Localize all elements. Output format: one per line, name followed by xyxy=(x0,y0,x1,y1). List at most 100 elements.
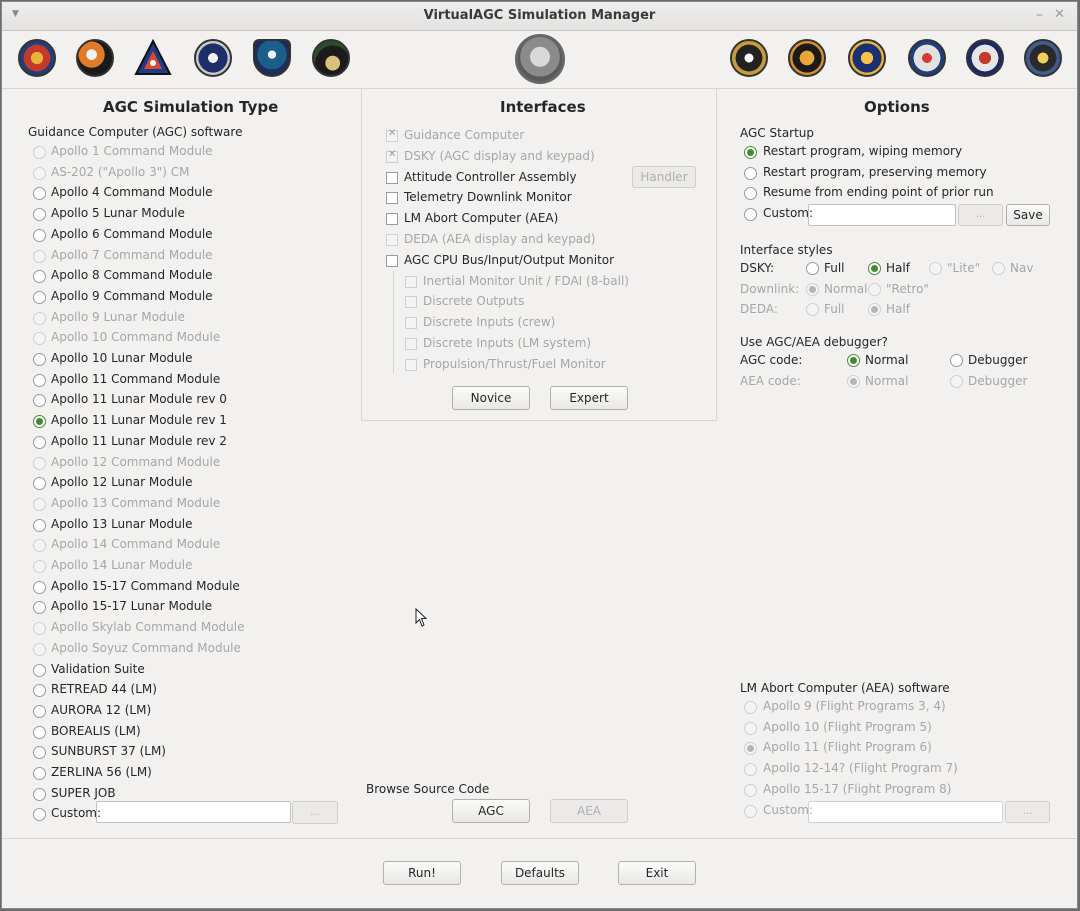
propulsion-thrust-fuel-monitor-checkbox[interactable] xyxy=(405,358,417,371)
dsky-lite-label: "Lite" xyxy=(947,261,981,275)
agc-code-debugger-radio[interactable] xyxy=(950,354,963,367)
agc-apollo-15-17-lunar-module-radio[interactable] xyxy=(33,601,46,615)
dsky-agc-display-and-keypad-checkbox[interactable] xyxy=(386,149,398,163)
aea-custom-radio[interactable] xyxy=(744,804,757,818)
discrete-inputs-lm-system-checkbox[interactable] xyxy=(405,338,417,350)
apollo-8-patch-icon xyxy=(76,39,114,77)
agc-retread-44-lm-radio[interactable] xyxy=(33,684,46,698)
minimize-icon[interactable]: – xyxy=(1036,7,1043,23)
aea-custom-browse-button[interactable]: ... xyxy=(1005,801,1050,823)
agc-software-group-label: Guidance Computer (AGC) software xyxy=(28,125,243,139)
agc-apollo-9-command-module-radio[interactable] xyxy=(33,290,46,304)
aea-apollo-11-flight-program-6-radio[interactable] xyxy=(744,742,757,756)
agc-apollo-1-command-module-radio[interactable] xyxy=(33,146,46,159)
aea-code-normal-radio[interactable] xyxy=(847,375,860,388)
deda-full-radio[interactable] xyxy=(806,303,819,316)
startup-custom-input[interactable] xyxy=(808,204,956,226)
debugger-label: Use AGC/AEA debugger? xyxy=(740,335,888,349)
startup-restart-program-preserving-memory-radio[interactable] xyxy=(744,166,757,180)
agc-apollo-4-command-module-radio[interactable] xyxy=(33,187,46,201)
aea-apollo-10-flight-program-5-radio[interactable] xyxy=(744,721,757,735)
startup-resume-from-ending-point-of-prior-run-radio[interactable] xyxy=(744,187,757,201)
save-button[interactable]: Save xyxy=(1006,204,1050,226)
agc-borealis-lm-radio[interactable] xyxy=(33,725,46,739)
agc-zerlina-56-lm-radio[interactable] xyxy=(33,767,46,780)
agc-apollo-14-lunar-module-radio[interactable] xyxy=(33,560,46,573)
close-icon[interactable]: ✕ xyxy=(1054,7,1065,22)
exit-button[interactable]: Exit xyxy=(618,861,696,885)
downlink-normal-radio[interactable] xyxy=(806,283,819,296)
agc-as-202-apollo-3-cm-radio[interactable] xyxy=(33,166,46,180)
agc-aurora-12-lm-radio[interactable] xyxy=(33,704,46,718)
agc-code-normal-radio[interactable] xyxy=(847,354,860,367)
inertial-monitor-unit-fdai-8-ball-checkbox[interactable] xyxy=(405,275,417,288)
divider xyxy=(361,88,362,421)
agc-apollo-11-lunar-module-rev-1-radio[interactable] xyxy=(33,415,46,429)
deda-full-label: Full xyxy=(824,302,845,316)
agc-apollo-7-command-module-radio[interactable] xyxy=(33,249,46,263)
guidance-computer-checkbox[interactable] xyxy=(386,128,398,142)
aea-option-label: Apollo 12-14? (Flight Program 7) xyxy=(763,761,958,776)
browse-agc-button[interactable]: AGC xyxy=(452,799,530,823)
agc-apollo-soyuz-command-module-radio[interactable] xyxy=(33,642,46,656)
agc-apollo-12-lunar-module-radio[interactable] xyxy=(33,477,46,491)
agc-option-label: SUNBURST 37 (LM) xyxy=(51,744,166,759)
agc-option-label: Validation Suite xyxy=(51,661,145,676)
agc-option-label: SUPER JOB xyxy=(51,785,116,800)
aea-option-label: Apollo 10 (Flight Program 5) xyxy=(763,719,932,734)
agc-custom-browse-button[interactable]: ... xyxy=(292,801,338,824)
discrete-outputs-checkbox[interactable] xyxy=(405,296,417,309)
agc-option-label: Apollo 12 Command Module xyxy=(51,454,221,469)
agc-option-label: BOREALIS (LM) xyxy=(51,723,141,738)
agc-option-label: Apollo 13 Lunar Module xyxy=(51,516,193,531)
dsky-lite-radio[interactable] xyxy=(929,262,942,275)
startup-custom-radio[interactable] xyxy=(744,207,757,221)
aea-apollo-12-14-flight-program-7-radio[interactable] xyxy=(744,763,757,777)
tree-line xyxy=(393,271,394,373)
discrete-inputs-crew-checkbox[interactable] xyxy=(405,317,417,330)
agc-apollo-10-lunar-module-radio[interactable] xyxy=(33,353,46,366)
agc-apollo-8-command-module-radio[interactable] xyxy=(33,270,46,284)
agc-apollo-11-lunar-module-rev-2-radio[interactable] xyxy=(33,435,46,449)
deda-half-radio[interactable] xyxy=(868,303,881,316)
agc-apollo-13-command-module-radio[interactable] xyxy=(33,497,46,511)
agc-apollo-11-lunar-module-rev-0-radio[interactable] xyxy=(33,394,46,408)
agc-apollo-15-17-command-module-radio[interactable] xyxy=(33,580,46,594)
run-button[interactable]: Run! xyxy=(383,861,461,885)
dsky-nav-radio[interactable] xyxy=(992,262,1005,275)
telemetry-downlink-monitor-checkbox[interactable] xyxy=(386,192,398,205)
agc-apollo-12-command-module-radio[interactable] xyxy=(33,456,46,470)
dsky-half-radio[interactable] xyxy=(868,262,881,275)
aea-apollo-15-17-flight-program-8-radio[interactable] xyxy=(744,783,757,797)
agc-cpu-bus-input-output-monitor-checkbox[interactable] xyxy=(386,254,398,267)
downlink-retro-radio[interactable] xyxy=(868,283,881,296)
agc-apollo-9-lunar-module-radio[interactable] xyxy=(33,311,46,325)
agc-custom-radio[interactable] xyxy=(33,808,46,822)
agc-apollo-14-command-module-radio[interactable] xyxy=(33,539,46,553)
agc-sunburst-37-lm-radio[interactable] xyxy=(33,746,46,760)
agc-apollo-11-command-module-radio[interactable] xyxy=(33,373,46,387)
dsky-full-radio[interactable] xyxy=(806,262,819,275)
startup-restart-program-wiping-memory-radio[interactable] xyxy=(744,146,757,159)
handler-button[interactable]: Handler xyxy=(632,166,696,188)
agc-validation-suite-radio[interactable] xyxy=(33,663,46,677)
aea-apollo-9-flight-programs-3-4-radio[interactable] xyxy=(744,701,757,714)
agc-apollo-10-command-module-radio[interactable] xyxy=(33,332,46,346)
novice-button[interactable]: Novice xyxy=(452,386,530,410)
agc-apollo-skylab-command-module-radio[interactable] xyxy=(33,622,46,636)
lm-abort-computer-aea-checkbox[interactable] xyxy=(386,213,398,226)
agc-custom-input[interactable] xyxy=(96,801,291,823)
agc-apollo-5-lunar-module-radio[interactable] xyxy=(33,208,46,222)
aea-code-debugger-radio[interactable] xyxy=(950,375,963,388)
deda-aea-display-and-keypad-checkbox[interactable] xyxy=(386,234,398,246)
startup-custom-browse-button[interactable]: ... xyxy=(958,204,1003,226)
agc-super-job-radio[interactable] xyxy=(33,787,46,801)
expert-button[interactable]: Expert xyxy=(550,386,628,410)
aea-custom-input[interactable] xyxy=(808,801,1003,823)
agc-apollo-6-command-module-radio[interactable] xyxy=(33,228,46,242)
agc-apollo-13-lunar-module-radio[interactable] xyxy=(33,518,46,532)
browse-aea-button[interactable]: AEA xyxy=(550,799,628,823)
interfaces-heading: Interfaces xyxy=(500,98,586,116)
defaults-button[interactable]: Defaults xyxy=(501,861,579,885)
attitude-controller-assembly-checkbox[interactable] xyxy=(386,171,398,184)
